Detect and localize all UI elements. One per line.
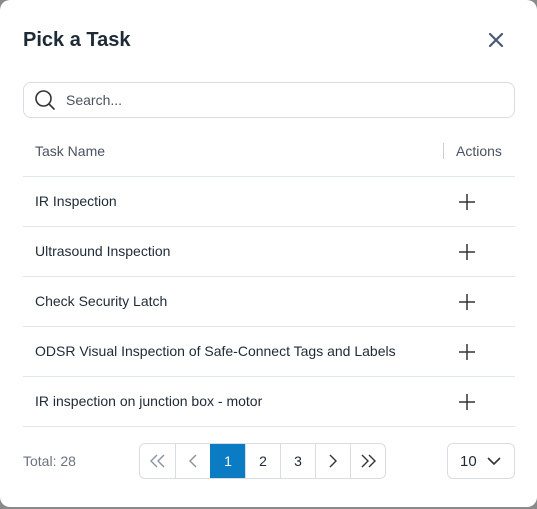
double-chevron-left-icon [149, 454, 164, 468]
close-icon [488, 32, 504, 48]
total-count: Total: 28 [23, 453, 76, 469]
add-task-button[interactable] [457, 392, 477, 412]
pick-task-dialog: Pick a Task Task Name Actions IR Inspect… [0, 0, 537, 507]
search-box [23, 82, 515, 118]
page-button-1[interactable]: 1 [210, 444, 245, 478]
page-button-3[interactable]: 3 [280, 444, 315, 478]
plus-icon [459, 344, 475, 360]
table-row: Ultrasound Inspection [23, 227, 515, 277]
plus-icon [459, 244, 475, 260]
pagination: 1 2 3 [139, 443, 386, 479]
task-name: ODSR Visual Inspection of Safe-Connect T… [35, 343, 396, 359]
column-header-task-name: Task Name [35, 143, 106, 159]
table-row: ODSR Visual Inspection of Safe-Connect T… [23, 327, 515, 377]
table-row: IR inspection on junction box - motor [23, 377, 515, 427]
task-name: Check Security Latch [35, 293, 168, 309]
page-button-2[interactable]: 2 [245, 444, 280, 478]
dialog-header: Pick a Task [0, 0, 537, 76]
plus-icon [459, 394, 475, 410]
plus-icon [459, 294, 475, 310]
add-task-button[interactable] [457, 242, 477, 262]
plus-icon [459, 194, 475, 210]
table-header: Task Name Actions [23, 126, 515, 177]
add-task-button[interactable] [457, 342, 477, 362]
search-input[interactable] [64, 91, 468, 109]
chevron-left-icon [189, 454, 197, 468]
page-size-value: 10 [460, 452, 477, 470]
task-table: Task Name Actions IR Inspection Ultrasou… [23, 126, 515, 427]
page-size-select[interactable]: 10 [447, 443, 515, 479]
double-chevron-right-icon [361, 454, 376, 468]
table-row: Check Security Latch [23, 277, 515, 327]
column-header-actions: Actions [456, 143, 502, 159]
prev-page-button[interactable] [175, 444, 210, 478]
dialog-title: Pick a Task [23, 29, 131, 51]
table-row: IR Inspection [23, 177, 515, 227]
chevron-down-icon [487, 456, 501, 466]
chevron-right-icon [329, 454, 337, 468]
task-name: IR Inspection [35, 193, 117, 209]
add-task-button[interactable] [457, 292, 477, 312]
first-page-button[interactable] [140, 444, 175, 478]
close-button[interactable] [484, 28, 508, 52]
task-name: IR inspection on junction box - motor [35, 393, 263, 409]
next-page-button[interactable] [315, 444, 350, 478]
last-page-button[interactable] [350, 444, 385, 478]
column-divider [443, 143, 444, 159]
search-icon [34, 89, 56, 111]
task-name: Ultrasound Inspection [35, 243, 171, 259]
add-task-button[interactable] [457, 192, 477, 212]
